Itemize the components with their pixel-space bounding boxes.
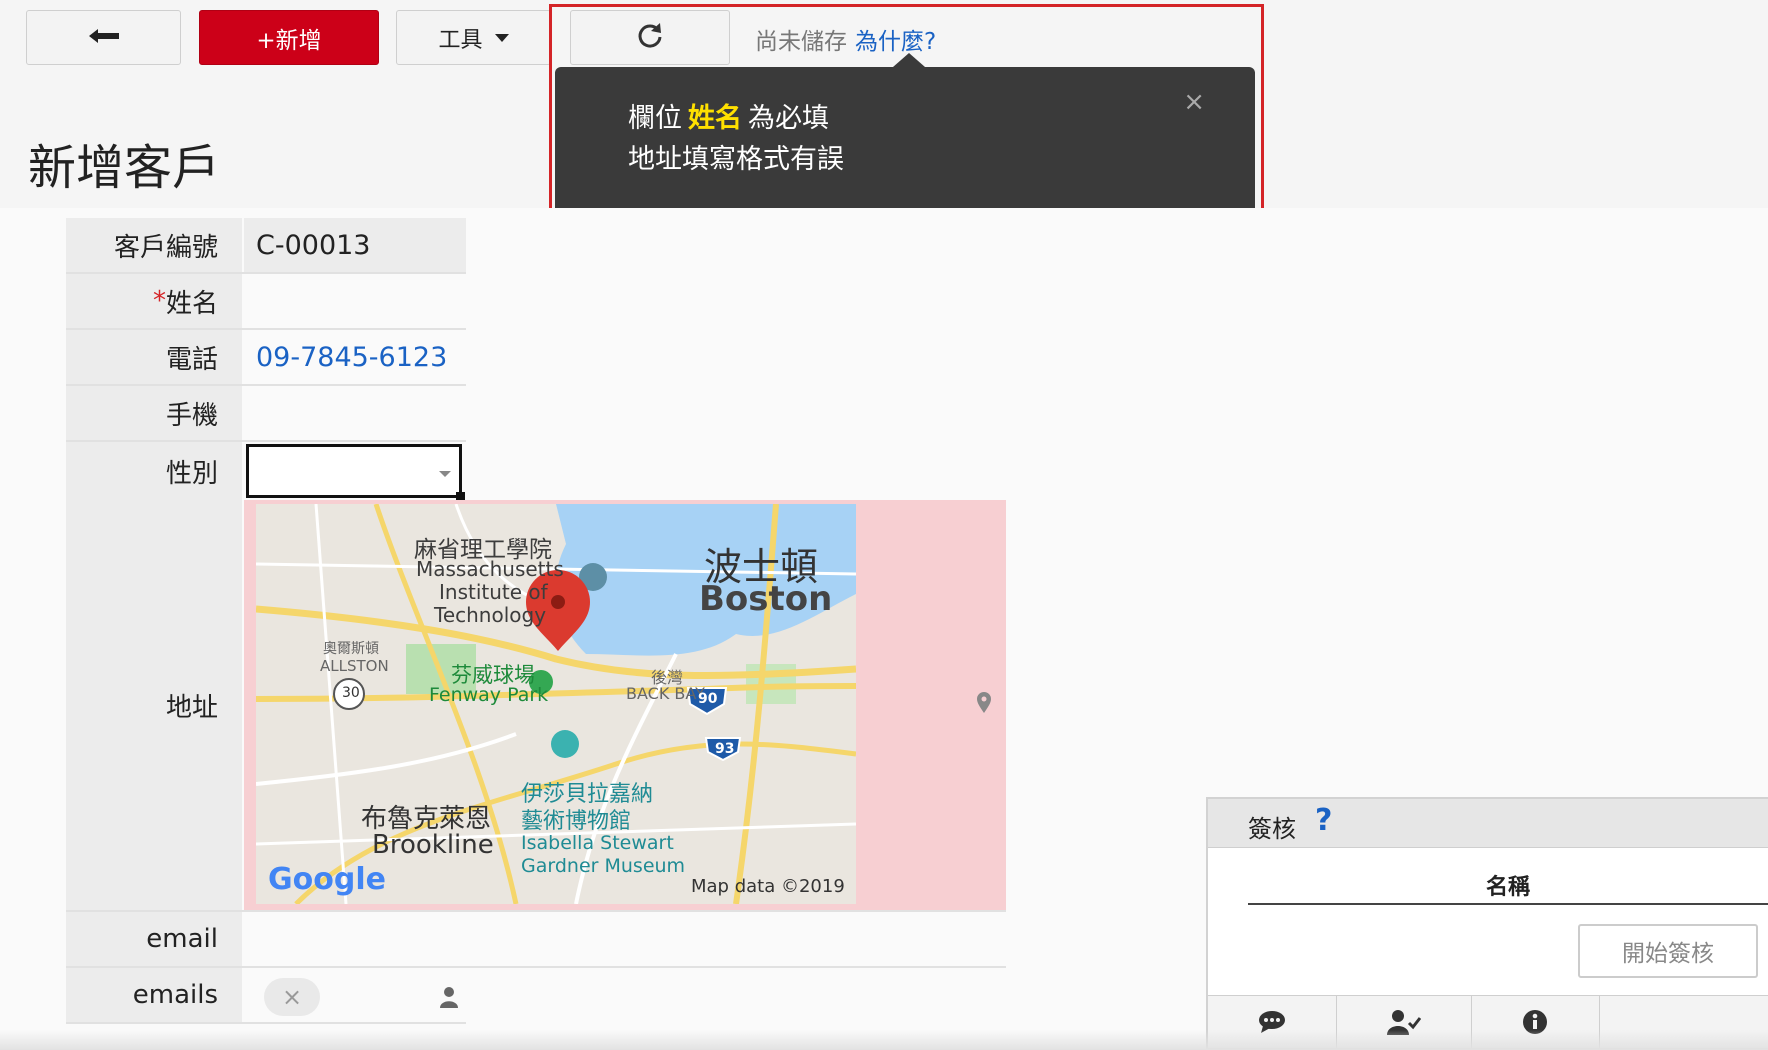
dropdown-arrow-icon xyxy=(439,471,451,477)
name-input[interactable] xyxy=(244,274,466,328)
form-row-gender: 性別 xyxy=(66,442,466,501)
close-icon[interactable]: × xyxy=(1183,87,1205,117)
clear-icon[interactable]: × xyxy=(264,978,320,1016)
popup-arrow xyxy=(893,53,925,67)
error-field-name: 姓名 xyxy=(688,103,742,134)
field-label: 手機 xyxy=(66,386,242,440)
validation-error-popup: 欄位 姓名 為必填 地址填寫格式有誤 × xyxy=(555,53,1255,222)
help-icon[interactable]: ? xyxy=(1315,803,1332,838)
approval-panel: 簽核 ? 名稱 開始簽核 xyxy=(1206,797,1768,1050)
location-pin-icon[interactable] xyxy=(976,692,992,718)
form-row-name: * 姓名 xyxy=(66,274,466,330)
approval-panel-title: 簽核 xyxy=(1248,815,1296,843)
emails-input[interactable]: × xyxy=(244,968,466,1022)
field-label: * 姓名 xyxy=(66,274,242,328)
error-line-address: 地址填寫格式有誤 xyxy=(628,144,844,175)
user-icon[interactable] xyxy=(440,984,458,1015)
field-label: 性別 xyxy=(66,442,242,500)
form-row-address: 地址 麻省理工學院 Massachusetts Institute of Tec… xyxy=(66,500,1006,912)
field-label: emails xyxy=(66,968,242,1022)
page-title: 新增客戶 xyxy=(28,140,221,196)
bottom-shadow xyxy=(0,1030,1768,1050)
form-row-mobile: 手機 xyxy=(66,386,466,442)
field-label: 客戶編號 xyxy=(66,218,242,272)
start-approval-button[interactable]: 開始簽核 xyxy=(1578,924,1758,978)
field-label: 電話 xyxy=(66,330,242,384)
field-label: email xyxy=(66,912,242,966)
caret-down-icon xyxy=(494,33,509,42)
email-input[interactable] xyxy=(244,912,1006,966)
form-row-phone: 電話 09-7845-6123 xyxy=(66,330,466,386)
field-label: 地址 xyxy=(66,500,242,910)
form-row-customer-no: 客戶編號 C-00013 xyxy=(66,218,466,274)
arrow-left-icon xyxy=(88,25,119,50)
google-logo: Google xyxy=(268,862,386,897)
required-mark: * xyxy=(152,286,166,316)
mobile-input[interactable] xyxy=(244,386,466,440)
address-field[interactable]: 麻省理工學院 Massachusetts Institute of Techno… xyxy=(244,500,1006,910)
column-header-name: 名稱 xyxy=(1248,869,1768,905)
approval-panel-header: 簽核 ? xyxy=(1208,799,1768,848)
add-button[interactable]: +新增 xyxy=(199,10,379,65)
address-map[interactable]: 麻省理工學院 Massachusetts Institute of Techno… xyxy=(256,504,856,904)
customer-no-value: C-00013 xyxy=(244,218,466,272)
form-row-emails: emails × xyxy=(66,968,466,1024)
phone-input[interactable]: 09-7845-6123 xyxy=(244,330,466,384)
gender-select[interactable] xyxy=(246,444,465,501)
form-row-email: email xyxy=(66,912,1006,968)
error-line-required: 欄位 姓名 為必填 xyxy=(628,103,829,134)
back-button[interactable] xyxy=(26,10,181,65)
tools-dropdown-button[interactable]: 工具 xyxy=(396,10,551,65)
